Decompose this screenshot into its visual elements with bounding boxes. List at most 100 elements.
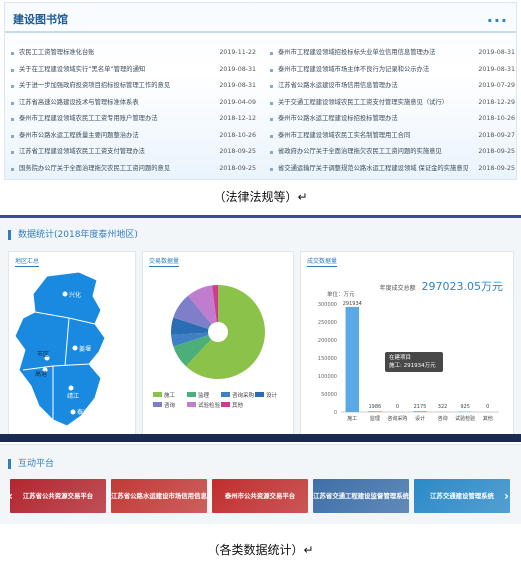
news-date: 2018-09-25	[219, 148, 256, 155]
banner-taizhou-public-resource[interactable]: 泰州市公共资源交易平台	[212, 479, 308, 513]
map-label: 靖江	[67, 392, 79, 400]
news-title[interactable]: 省政府办公厅关于全面治理拖欠农民工工资问题的实施意见	[278, 144, 468, 161]
news-item[interactable]: 关于进一步加强政府投资项目招标投标管理工作的意见 2019-08-31	[11, 78, 256, 95]
banner-label: 江苏省公共资源交易平台	[22, 492, 94, 500]
bullet-icon	[11, 167, 14, 171]
city-banner-strip	[0, 434, 521, 442]
legend-swatch[interactable]	[153, 392, 162, 397]
news-title[interactable]: 泰州市工程建设领域市场主体不良行为记录和公示办法	[278, 62, 468, 79]
news-item[interactable]: 泰州市公路水运工程质量主要问题整治办法 2018-10-26	[11, 128, 256, 145]
y-tick-label: 250000	[318, 320, 337, 326]
y-tick-label: 200000	[318, 338, 337, 344]
news-date: 2018-10-26	[219, 131, 256, 139]
news-date: 2019-08-31	[478, 49, 515, 56]
map-pin[interactable]	[68, 385, 74, 391]
bar[interactable]	[368, 411, 382, 412]
news-item[interactable]: 江苏省工程建设领域农民工工资支付管理办法 2018-09-25	[11, 144, 256, 161]
x-tick-label: 其他	[483, 415, 493, 422]
map-pin[interactable]	[70, 409, 76, 415]
news-item[interactable]: 泰州市工程建设领域农民工工资专用账户管理办法 2018-12-12	[11, 111, 256, 128]
legend-swatch[interactable]	[187, 392, 196, 397]
news-item[interactable]: 泰州市工程建设领域农民工实名制管理用工合同 2018-09-27	[270, 128, 515, 145]
news-item[interactable]: 关于在工程建设领域实行“黑名单”管理的通知 2019-08-31	[11, 62, 256, 79]
map-pin[interactable]	[72, 345, 78, 351]
bullet-icon	[11, 68, 14, 72]
more-button[interactable]: ...	[487, 7, 508, 26]
bullet-icon	[11, 101, 14, 105]
carousel-prev-icon[interactable]: ‹	[8, 489, 13, 503]
banner-supervision-system[interactable]: 江苏省交通工程建设监督管理系统	[313, 479, 409, 513]
x-tick-label: 监理	[370, 415, 380, 422]
region-map: 兴化 姜堰 市区 高港 靖江 泰兴	[14, 271, 106, 427]
pie-chart: 施工 监理 咨询采购 设计咨询 试验检验 其他	[153, 285, 278, 409]
bar[interactable]	[345, 306, 360, 412]
bar-value-label: 322	[438, 404, 448, 410]
legend-swatch[interactable]	[153, 402, 162, 407]
bullet-icon	[270, 134, 273, 138]
news-item[interactable]: 泰州市工程建设领域市场主体不良行为记录和公示办法 2019-08-31	[270, 62, 515, 79]
bar-value-label: 2175	[414, 404, 427, 410]
news-item[interactable]: 江苏省公路水运建设市场信用信息管理办法 2019-07-29	[270, 78, 515, 95]
tab-deal-volume[interactable]: 成交数据量	[307, 256, 338, 267]
news-date: 2019-08-31	[219, 65, 256, 73]
news-title[interactable]: 省交通运输厅关于调整规范公路水运工程建设领域 保证金的实施意见	[278, 161, 468, 178]
legend-label: 施工	[164, 391, 176, 399]
news-date: 2018-12-29	[478, 98, 515, 106]
news-title[interactable]: 江苏省工程建设领域农民工工资支付管理办法	[19, 144, 209, 161]
news-date: 2018-09-25	[478, 148, 515, 155]
news-item[interactable]: 泰州市公路水运工程建设标招投标管理办法 2018-10-26	[270, 111, 515, 128]
legend-label: 设计	[266, 391, 278, 399]
banner-jiangsu-public-resource[interactable]: 江苏省公共资源交易平台	[10, 479, 106, 513]
region-map-card: 地区汇总 兴化 姜堰 市区 高港 靖江 泰兴	[8, 251, 136, 436]
news-item[interactable]: 农民工工资管理标准化台账 2019-11-22	[11, 45, 256, 62]
news-title[interactable]: 泰州市工程建设领域招投标标头业单位信用信息管理办法	[278, 45, 468, 62]
y-tick-label: 50000	[321, 392, 337, 398]
news-date: 2018-09-27	[478, 131, 515, 139]
bullet-icon	[270, 118, 273, 121]
bullet-icon	[11, 52, 14, 55]
news-item[interactable]: 泰州市工程建设领域招投标标头业单位信用信息管理办法 2019-08-31	[270, 45, 515, 62]
legend-swatch[interactable]	[221, 392, 230, 397]
bar-value-label: 0	[396, 404, 399, 410]
news-title[interactable]: 江苏省公路水运建设市场信用信息管理办法	[278, 78, 468, 95]
bullet-icon	[270, 85, 273, 88]
news-title[interactable]: 国务院办公厅关于全面治理拖欠农民工工资问题的意见	[19, 161, 209, 178]
carousel-next-icon[interactable]: ›	[504, 489, 509, 503]
x-tick-label: 咨询	[438, 415, 448, 422]
deal-volume-card: 成交数据量 年度成交总额 297023.05万元 单位：万元 300000 2500…	[300, 251, 514, 436]
map-pin[interactable]	[62, 291, 68, 297]
legend-label: 监理	[198, 391, 210, 399]
news-title[interactable]: 泰州市公路水运工程质量主要问题整治办法	[19, 128, 209, 145]
tooltip-value: 施工: 291934万元	[389, 363, 436, 369]
y-tick-label: 0	[334, 410, 337, 416]
stats-panel: 数据统计(2018年度泰州地区) 地区汇总 兴化 姜堰 市区 高港 靖江 泰兴 …	[0, 215, 521, 437]
bullet-icon	[270, 52, 273, 55]
legend-label: 试验检验	[198, 401, 221, 409]
news-title[interactable]: 农民工工资管理标准化台账	[19, 45, 209, 62]
bar[interactable]	[413, 411, 427, 412]
news-title[interactable]: 泰州市工程建设领域农民工工资专用账户管理办法	[19, 111, 209, 128]
news-date: 2018-10-26	[478, 115, 515, 122]
legend-swatch[interactable]	[255, 392, 264, 397]
news-title[interactable]: 关于交通工程建设领域农民工工资支付管理实施意见（试行）	[278, 95, 468, 112]
news-item[interactable]: 关于交通工程建设领域农民工工资支付管理实施意见（试行） 2018-12-29	[270, 95, 515, 112]
legend-swatch[interactable]	[221, 402, 230, 407]
news-title[interactable]: 关于在工程建设领域实行“黑名单”管理的通知	[19, 62, 209, 79]
map-label: 兴化	[69, 291, 81, 299]
banner-credit-system[interactable]: 江苏省公路水运建设市场信用信息服务系统	[111, 479, 207, 513]
news-title[interactable]: 泰州市公路水运工程建设标招投标管理办法	[278, 111, 468, 128]
bullet-icon	[270, 68, 273, 72]
caption-stats: （各类数据统计）↵	[207, 543, 314, 557]
news-item[interactable]: 国务院办公厅关于全面治理拖欠农民工工资问题的意见 2018-09-25	[11, 161, 256, 178]
news-item[interactable]: 江苏省高速公路建设技术与管理标准体系表 2019-04-09	[11, 95, 256, 112]
map-label: 泰兴	[77, 408, 89, 416]
news-title[interactable]: 泰州市工程建设领域农民工实名制管理用工合同	[278, 128, 468, 145]
y-axis-unit: 单位：万元	[327, 290, 355, 298]
banner-construction-system[interactable]: 江苏交通建设管理系统	[414, 479, 510, 513]
news-list-right: 泰州市工程建设领域招投标标头业单位信用信息管理办法 2019-08-31 泰州市工程…	[270, 45, 515, 177]
legend-swatch[interactable]	[187, 402, 196, 407]
news-item[interactable]: 省交通运输厅关于调整规范公路水运工程建设领域 保证金的实施意见 2018-09-2…	[270, 161, 515, 178]
news-item[interactable]: 省政府办公厅关于全面治理拖欠农民工工资问题的实施意见 2018-09-25	[270, 144, 515, 161]
news-title[interactable]: 关于进一步加强政府投资项目招标投标管理工作的意见	[19, 78, 209, 95]
news-title[interactable]: 江苏省高速公路建设技术与管理标准体系表	[19, 95, 209, 112]
